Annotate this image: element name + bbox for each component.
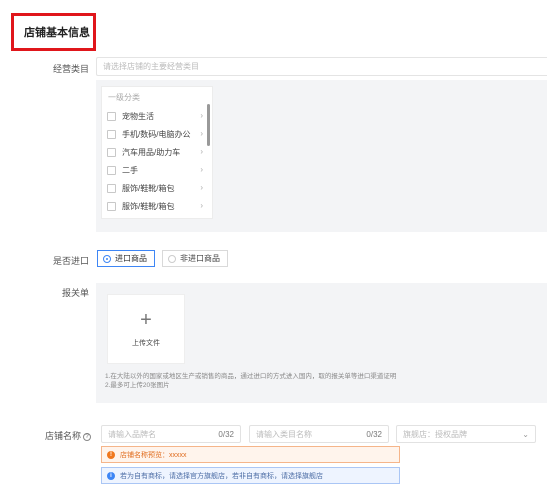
radio-label: 非进口商品 xyxy=(180,254,220,263)
checkbox[interactable] xyxy=(107,201,116,211)
store-name-info-alert: i 若为自有商标，请选择官方旗舰店，若非自有商标，请选择旗舰店 xyxy=(101,467,400,484)
chevron-right-icon: › xyxy=(200,165,203,174)
radio-dot-icon xyxy=(103,254,111,263)
chevron-right-icon: › xyxy=(200,183,203,192)
category-item[interactable]: 服饰/鞋靴/箱包 › xyxy=(102,197,212,215)
checkbox[interactable] xyxy=(107,111,116,121)
category-item[interactable]: 宠物生活 › xyxy=(102,107,212,125)
chevron-down-icon: ⌄ xyxy=(522,429,529,439)
checkbox[interactable] xyxy=(107,183,116,193)
category-select-input[interactable]: 请选择店铺的主要经营类目 xyxy=(96,57,547,76)
category-name-placeholder: 请输入类目名称 xyxy=(256,429,312,439)
category-char-count: 0/32 xyxy=(366,429,382,439)
customs-note-line: 2.最多可上传20张图片 xyxy=(105,382,170,389)
radio-dot-icon xyxy=(168,254,176,263)
category-list: 一级分类 宠物生活 › 手机/数码/电脑办公 › 汽车用品/助力车 › 二手 › 服饰/… xyxy=(101,86,213,219)
chevron-right-icon: › xyxy=(200,201,203,210)
brand-placeholder: 请输入品牌名 xyxy=(108,429,156,439)
customs-note: 1.在大陆以外的国家或地区生产或销售的商品，通过进口的方式进入国内，取的报关单等… xyxy=(105,372,396,390)
store-type-placeholder: 旗舰店：授权品牌 xyxy=(403,429,467,439)
warning-icon: ! xyxy=(107,450,115,459)
customs-note-line: 1.在大陆以外的国家或地区生产或销售的商品，通过进口的方式进入国内，取的报关单等… xyxy=(105,373,397,380)
import-radio-group: 进口商品 非进口商品 xyxy=(97,250,228,267)
chevron-right-icon: › xyxy=(200,111,203,120)
plus-icon: + xyxy=(140,309,152,331)
category-item-label: 服饰/鞋靴/箱包 xyxy=(122,201,175,211)
category-list-scrollbar[interactable] xyxy=(207,104,210,146)
checkbox[interactable] xyxy=(107,147,116,157)
section-title-text: 店铺基本信息 xyxy=(24,27,90,39)
category-item-label: 二手 xyxy=(122,165,138,175)
category-name-input[interactable]: 请输入类目名称 0/32 xyxy=(249,425,389,443)
category-item-label: 宠物生活 xyxy=(122,111,154,121)
chevron-right-icon: › xyxy=(200,147,203,156)
info-icon: i xyxy=(107,471,115,480)
category-list-header: 一级分类 xyxy=(108,93,140,102)
category-item[interactable]: 手机/数码/电脑办公 › xyxy=(102,125,212,143)
non-import-radio-option[interactable]: 非进口商品 xyxy=(162,250,228,267)
store-type-select[interactable]: 旗舰店：授权品牌 ⌄ xyxy=(396,425,536,443)
checkbox[interactable] xyxy=(107,165,116,175)
customs-label: 报关单 xyxy=(61,288,89,298)
category-item[interactable]: 二手 › xyxy=(102,161,212,179)
category-item-label: 手机/数码/电脑办公 xyxy=(122,129,191,139)
category-placeholder: 请选择店铺的主要经营类目 xyxy=(103,62,199,71)
info-alert-text: 若为自有商标，请选择官方旗舰店，若非自有商标，请选择旗舰店 xyxy=(120,472,323,480)
brand-char-count: 0/32 xyxy=(218,429,234,439)
radio-label: 进口商品 xyxy=(115,254,147,263)
category-item[interactable]: 汽车用品/助力车 › xyxy=(102,143,212,161)
upload-label: 上传文件 xyxy=(132,340,160,347)
brand-name-input[interactable]: 请输入品牌名 0/32 xyxy=(101,425,241,443)
preview-alert-text: 店铺名称预览：xxxxx xyxy=(120,451,187,459)
import-radio-option[interactable]: 进口商品 xyxy=(97,250,155,267)
store-name-label: 店铺名称? xyxy=(11,429,91,442)
category-label: 经营类目 xyxy=(52,64,89,74)
help-icon[interactable]: ? xyxy=(83,433,91,441)
store-name-preview-alert: ! 店铺名称预览：xxxxx xyxy=(101,446,400,463)
section-title: 店铺基本信息 xyxy=(11,13,96,51)
chevron-right-icon: › xyxy=(200,129,203,138)
category-item-label: 服饰/鞋靴/箱包 xyxy=(122,183,175,193)
category-item-label: 汽车用品/助力车 xyxy=(122,147,181,157)
checkbox[interactable] xyxy=(107,129,116,139)
import-label: 是否进口 xyxy=(52,256,89,266)
upload-file-button[interactable]: + 上传文件 xyxy=(107,294,185,364)
category-item[interactable]: 服饰/鞋靴/箱包 › xyxy=(102,179,212,197)
store-name-label-text: 店铺名称 xyxy=(44,431,81,441)
